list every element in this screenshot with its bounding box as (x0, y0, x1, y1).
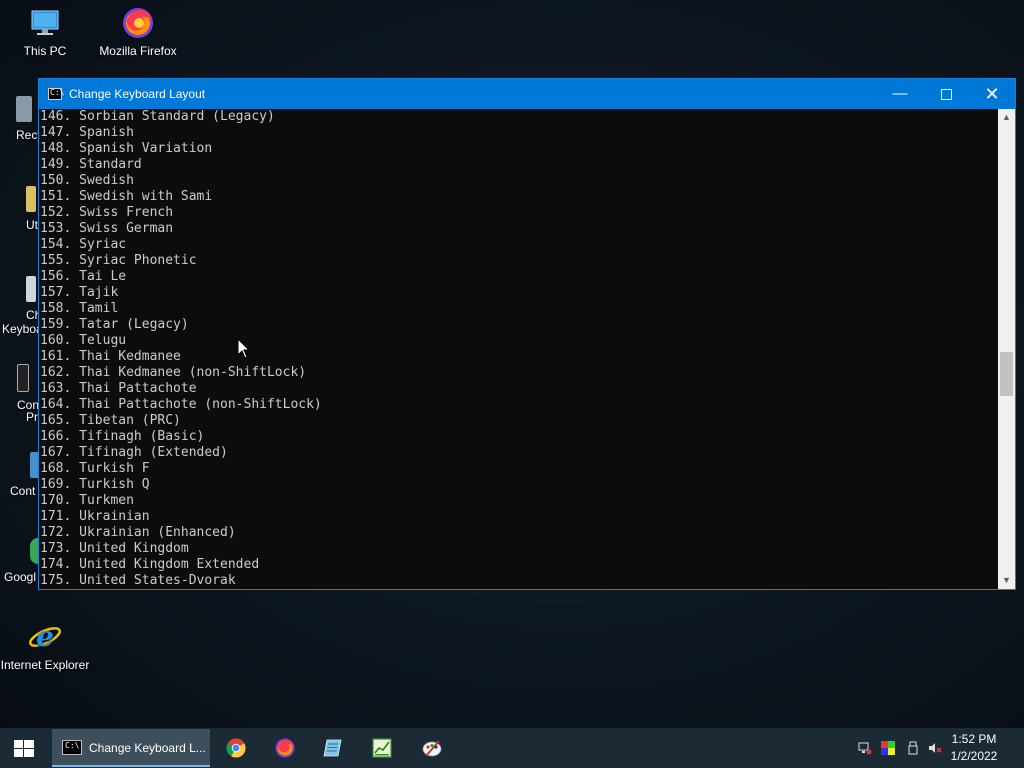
firefox-icon (275, 738, 295, 758)
console-line: 174. United Kingdom Extended (40, 557, 260, 572)
console-line: 166. Tifinagh (Basic) (40, 429, 205, 444)
console-line: 165. Tibetan (PRC) (40, 413, 181, 428)
terminal-icon (17, 364, 29, 392)
console-line: 172. Ukrainian (Enhanced) (40, 525, 236, 540)
svg-text:e: e (36, 620, 54, 653)
console-line: 146. Sorbian Standard (Legacy) (40, 109, 275, 124)
taskbar-app-firefox[interactable] (261, 728, 309, 768)
console-line: 159. Tatar (Legacy) (40, 317, 189, 332)
usb-drive-icon[interactable] (906, 741, 920, 755)
console-line: 168. Turkish F (40, 461, 150, 476)
desktop-icon-label: Mozilla Firefox (99, 44, 177, 58)
console-window[interactable]: C:\ Change Keyboard Layout — ✕ 146. Sorb… (38, 78, 1016, 590)
desktop-icon-label: Googl (4, 570, 37, 584)
desktop-icon-prompt-label: Pr (26, 410, 38, 424)
windows-logo-icon (14, 740, 34, 757)
console-line: 170. Turkmen (40, 493, 134, 508)
minimize-icon: — (892, 85, 908, 102)
console-line: 155. Syriac Phonetic (40, 253, 197, 268)
console-output[interactable]: 146. Sorbian Standard (Legacy) 147. Spani… (39, 109, 998, 589)
window-title: Change Keyboard Layout (69, 87, 206, 101)
chrome-icon (226, 738, 246, 758)
console-line: 171. Ukrainian (40, 509, 150, 524)
scroll-down-arrow-icon[interactable]: ▼ (998, 572, 1015, 589)
maximize-icon (940, 88, 952, 100)
display-color-icon[interactable] (881, 741, 895, 755)
taskbar: C:\ Change Keyboard L... 1:52 PM 1/2/202… (0, 728, 1024, 768)
spreadsheet-icon (372, 738, 392, 758)
console-line: 167. Tifinagh (Extended) (40, 445, 228, 460)
folder-icon (26, 186, 36, 212)
vertical-scrollbar[interactable]: ▲ ▼ (998, 109, 1015, 589)
desktop-icon-google-chrome[interactable]: Googl (4, 538, 40, 584)
desktop-icon-firefox[interactable]: Mozilla Firefox (93, 6, 183, 58)
taskbar-item-label: Change Keyboard L... (89, 741, 206, 755)
desktop-icon-label: Ut (26, 218, 38, 232)
taskbar-item-change-keyboard-layout[interactable]: C:\ Change Keyboard L... (52, 729, 210, 767)
desktop-icon-internet-explorer[interactable]: e Internet Explorer (0, 620, 90, 672)
console-line: 154. Syriac (40, 237, 127, 252)
taskbar-app-chrome[interactable] (212, 728, 260, 768)
console-line: 153. Swiss German (40, 221, 174, 236)
desktop-icon-label: Cont (10, 484, 36, 498)
taskbar-app-paint[interactable] (408, 728, 456, 768)
close-button[interactable]: ✕ (969, 79, 1015, 109)
scrollbar-thumb[interactable] (1000, 352, 1013, 396)
minimize-button[interactable]: — (877, 79, 923, 109)
console-line: 173. United Kingdom (40, 541, 189, 556)
console-line: 160. Telugu (40, 333, 127, 348)
taskbar-clock[interactable]: 1:52 PM 1/2/2022 (944, 731, 1004, 765)
console-line: 169. Turkish Q (40, 477, 150, 492)
console-line: 156. Tai Le (40, 269, 127, 284)
console-line: 150. Swedish (40, 173, 134, 188)
window-titlebar[interactable]: C:\ Change Keyboard Layout — ✕ (39, 79, 1015, 109)
desktop-icon-console[interactable]: Con (17, 364, 39, 412)
recycle-bin-icon (16, 96, 32, 122)
desktop-icon-utility[interactable]: Ut (26, 186, 38, 232)
clock-time: 1:52 PM (951, 732, 997, 746)
paint-icon (422, 740, 442, 757)
console-line: 149. Standard (40, 157, 142, 172)
maximize-button[interactable] (923, 79, 969, 109)
firefox-icon (121, 6, 155, 40)
console-line: 175. United States-Dvorak (40, 573, 236, 588)
console-line: 151. Swedish with Sami (40, 189, 213, 204)
scroll-up-arrow-icon[interactable]: ▲ (998, 109, 1015, 126)
console-line: 152. Swiss French (40, 205, 174, 220)
console-line: 148. Spanish Variation (40, 141, 213, 156)
computer-icon (28, 6, 62, 40)
system-tray (856, 728, 956, 768)
desktop-icon-label: This PC (23, 44, 67, 58)
notepad-icon (323, 739, 342, 757)
clock-date: 1/2/2022 (950, 749, 998, 763)
desktop-icon-this-pc[interactable]: This PC (0, 6, 90, 58)
mouse-cursor-icon (237, 337, 251, 360)
console-line: 161. Thai Kedmanee (40, 349, 181, 364)
console-line: 162. Thai Kedmanee (non-ShiftLock) (40, 365, 307, 380)
desktop-icon-control-panel[interactable]: Cont (10, 452, 40, 498)
console-app-icon: C:\ (62, 740, 82, 755)
console-line: 163. Thai Pattachote (40, 381, 197, 396)
volume-muted-icon[interactable] (928, 741, 942, 755)
start-button[interactable] (0, 728, 48, 768)
desktop-icon-label: Pr (26, 410, 38, 424)
internet-explorer-icon: e (28, 620, 62, 654)
console-line: 147. Spanish (40, 125, 134, 140)
console-app-icon: C:\ (48, 88, 64, 100)
desktop-icon-keyboard-label: Keyboa (2, 322, 43, 336)
taskbar-app-spreadsheet[interactable] (358, 728, 406, 768)
console-line: 157. Tajik (40, 285, 119, 300)
network-icon[interactable] (858, 741, 872, 755)
close-icon: ✕ (984, 84, 1000, 104)
taskbar-app-notepad[interactable] (309, 728, 357, 768)
script-icon (26, 276, 36, 302)
desktop-icon-label: Internet Explorer (0, 658, 90, 672)
desktop-icon-label: Keyboa (2, 322, 43, 336)
console-line: 164. Thai Pattachote (non-ShiftLock) (40, 397, 322, 412)
console-line: 158. Tamil (40, 301, 119, 316)
